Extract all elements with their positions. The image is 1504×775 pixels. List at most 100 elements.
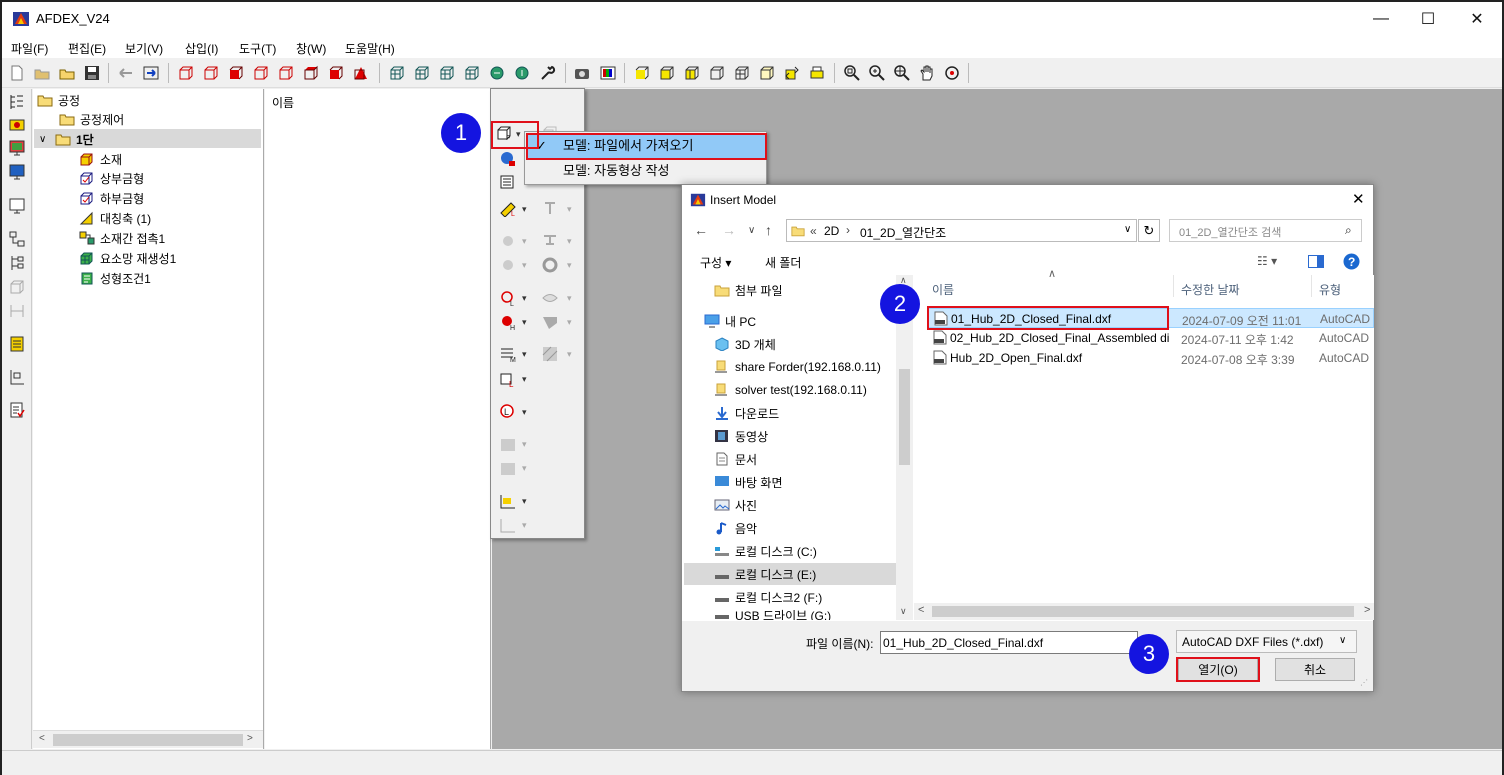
tree-item-stage[interactable]: ∨ 1단 [39,130,94,148]
menu-edit[interactable]: 편집(E) [68,40,106,57]
column-header-name[interactable]: 이름 [932,281,954,298]
die-model-icon[interactable] [499,173,517,191]
view-box-icon[interactable] [202,64,220,82]
cancel-button[interactable]: 취소 [1275,658,1355,681]
tree-item-lower-die[interactable]: 하부금형 [79,189,144,207]
pan-hand-icon[interactable] [918,64,936,82]
nav-item-music[interactable]: 음악 [684,517,896,539]
tree-item-forming-condition[interactable]: 성형조건1 [79,269,151,287]
tree-item-control[interactable]: 공정제어 [59,110,124,128]
view-top-icon[interactable] [302,64,320,82]
menu-item-auto-shape[interactable]: 모델: 자동형상 작성 [526,159,766,183]
recent-dropdown-icon[interactable]: ∨ [748,225,755,236]
zoom-window-icon[interactable] [893,64,911,82]
scroll-right-icon[interactable]: > [247,733,253,744]
heat-condition-icon[interactable]: H [499,313,517,331]
nav-item-downloads[interactable]: 다운로드 [684,402,896,424]
scrollbar-thumb[interactable] [932,606,1354,617]
wire-mesh-icon[interactable] [733,64,751,82]
rotate-icon[interactable] [513,64,531,82]
up-arrow-icon[interactable]: ↑ [765,222,772,238]
nav-item-3d-objects[interactable]: 3D 개체 [684,333,896,355]
file-row[interactable]: 02_Hub_2D_Closed_Final_Assembled die... … [928,328,1374,348]
resize-grip-icon[interactable]: ⋰ [1360,678,1368,687]
nav-vertical-scrollbar[interactable]: ∧ ∨ [896,275,913,620]
undo-arrow-icon[interactable] [117,64,135,82]
view-front-icon[interactable] [227,64,245,82]
mesh-icon[interactable] [413,64,431,82]
menu-help[interactable]: 도움말(H) [345,40,395,57]
filename-input[interactable]: 01_Hub_2D_Closed_Final.dxf [880,631,1138,654]
camera-icon[interactable] [573,64,591,82]
view-section-icon[interactable] [352,64,370,82]
new-file-icon[interactable] [8,64,26,82]
nav-item-documents[interactable]: 문서 [684,448,896,470]
nav-item-desktop[interactable]: 바탕 화면 [684,471,896,493]
zoom-in-icon[interactable] [868,64,886,82]
material-model-icon[interactable] [499,149,517,167]
tree-horizontal-scrollbar[interactable]: < > [33,730,263,748]
wire-box-icon[interactable] [758,64,776,82]
view-box-icon[interactable] [252,64,270,82]
hierarchy-icon[interactable] [8,254,26,272]
dialog-close-icon[interactable]: ✕ [1352,190,1365,208]
tree-root[interactable]: 공정 [37,91,80,109]
address-bar[interactable]: « 2D › 01_2D_열간단조 ∨ [786,219,1137,242]
column-header-date[interactable]: 수정한 날짜 [1181,281,1240,298]
dropdown-arrow-icon[interactable]: ▾ [522,293,527,304]
view-box-icon[interactable] [277,64,295,82]
chevron-down-icon[interactable]: ∨ [39,134,55,145]
organize-button[interactable]: 구성 ▾ [700,254,731,271]
search-input[interactable]: 01_2D_열간단조 검색 ⌕ [1169,219,1362,242]
report-icon[interactable] [8,335,26,353]
minimize-button[interactable]: — [1358,2,1404,36]
menu-view[interactable]: 보기(V) [125,40,163,57]
nav-item-drive-f[interactable]: 로컬 디스크2 (F:) [684,586,896,608]
file-list-horizontal-scrollbar[interactable]: < > [914,603,1374,620]
save-icon[interactable] [83,64,101,82]
scroll-left-icon[interactable]: < [918,604,924,616]
load-condition-icon[interactable]: L [499,370,517,388]
scroll-left-icon[interactable]: < [39,733,45,744]
symmetry-model-icon[interactable]: L [499,199,517,217]
scroll-right-icon[interactable]: > [1364,604,1370,616]
view-box-icon[interactable] [177,64,195,82]
dropdown-arrow-icon[interactable]: ▾ [522,317,527,328]
monitor-icon[interactable] [8,163,26,181]
wire-box-icon[interactable] [708,64,726,82]
shade-box-icon[interactable] [633,64,651,82]
nav-item-drive-c[interactable]: 로컬 디스크 (C:) [684,540,896,562]
view-iso-icon[interactable] [327,64,345,82]
dropdown-arrow-icon[interactable]: ▾ [522,496,527,507]
nav-item-share-forder[interactable]: share Forder(192.168.0.11) [684,356,896,378]
mesh-icon[interactable] [463,64,481,82]
back-arrow-icon[interactable]: ← [694,222,708,238]
chevron-down-icon[interactable]: ∨ [1124,224,1131,235]
dropdown-arrow-icon[interactable]: ▾ [522,407,527,418]
preview-pane-icon[interactable] [1308,255,1324,268]
mesh-option-icon[interactable]: M [499,345,517,363]
reset-view-icon[interactable] [943,64,961,82]
menu-tools[interactable]: 도구(T) [239,40,276,57]
maximize-button[interactable]: ☐ [1405,2,1451,36]
nav-item-attachments[interactable]: 첨부 파일 [684,279,896,301]
menu-insert[interactable]: 삽입(I) [185,40,218,57]
tree-item-contact[interactable]: 소재간 접촉1 [79,229,165,247]
open-folder-icon[interactable] [58,64,76,82]
swap-icon[interactable] [783,64,801,82]
breadcrumb-overflow[interactable]: « [810,224,817,238]
menu-window[interactable]: 창(W) [296,40,326,57]
scrollbar-thumb[interactable] [899,369,910,465]
nav-item-solver-test[interactable]: solver test(192.168.0.11) [684,379,896,401]
display-color-icon[interactable] [8,139,26,157]
nav-item-pictures[interactable]: 사진 [684,494,896,516]
breadcrumb-folder[interactable]: 01_2D_열간단조 [860,224,946,241]
step-condition-icon[interactable] [499,492,517,510]
menu-file[interactable]: 파일(F) [11,40,48,57]
dropdown-arrow-icon[interactable]: ▾ [522,204,527,215]
column-header-type[interactable]: 유형 [1319,281,1341,298]
checklist-icon[interactable] [8,401,26,419]
scroll-down-icon[interactable]: ∨ [900,606,907,617]
view-options-icon[interactable]: ☷ ▾ [1257,254,1277,268]
mesh-icon[interactable] [388,64,406,82]
